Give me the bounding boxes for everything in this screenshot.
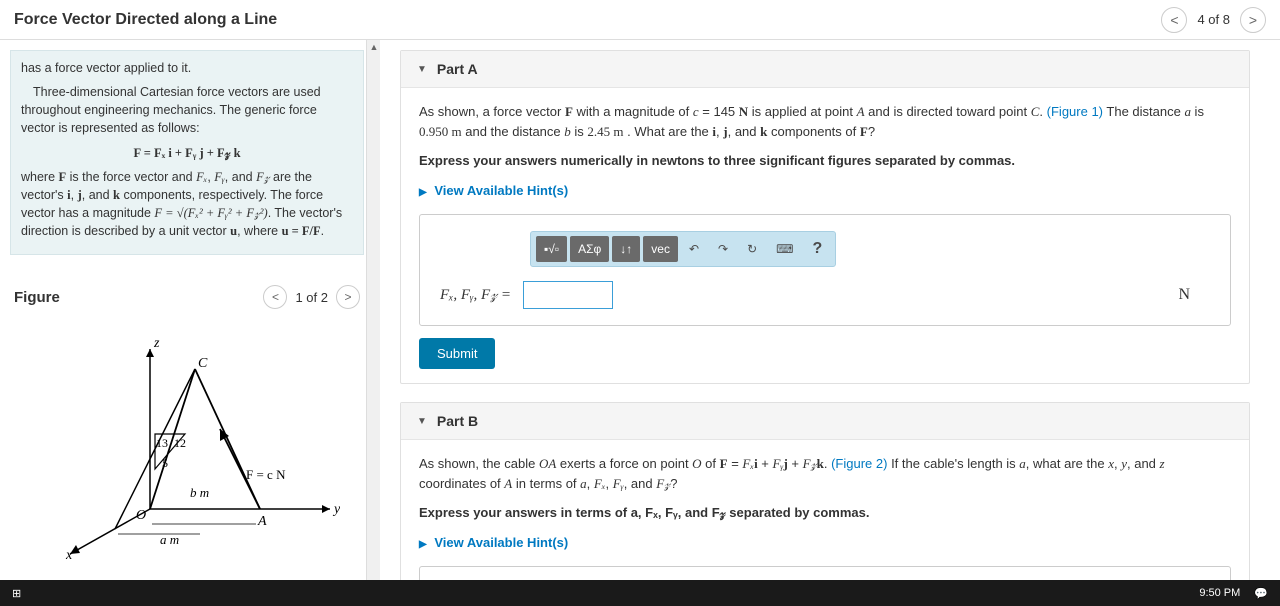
chevron-right-icon: ▶ bbox=[419, 539, 427, 550]
scroll-up-icon[interactable]: ▲ bbox=[367, 40, 380, 54]
answer-unit: N bbox=[1178, 283, 1190, 307]
triangle-12: 12 bbox=[174, 436, 186, 450]
figure-prev-button[interactable]: < bbox=[263, 285, 287, 309]
triangle-13: 13 bbox=[156, 436, 168, 450]
part-b-title: Part B bbox=[437, 413, 478, 429]
taskbar-left: ⊞ bbox=[12, 587, 21, 600]
answer-row: Fₓ, Fᵧ, F𝓏 = N bbox=[440, 281, 1210, 309]
figure-count: 1 of 2 bbox=[295, 290, 328, 305]
answer-label: Fₓ, Fᵧ, F𝓏 = bbox=[440, 284, 511, 307]
figure-title: Figure bbox=[14, 289, 60, 306]
triangle-5: 5 bbox=[162, 456, 168, 470]
part-b-body: As shown, the cable OA exerts a force on… bbox=[401, 440, 1249, 580]
template-button[interactable]: ▪√▫ bbox=[536, 236, 567, 262]
notification-icon[interactable]: 💬 bbox=[1254, 587, 1268, 600]
part-a-hints-toggle[interactable]: ▶ View Available Hint(s) bbox=[419, 181, 1231, 201]
force-label: F = c N bbox=[246, 467, 286, 482]
redo-button[interactable]: ↷ bbox=[710, 236, 736, 262]
undo-button[interactable]: ↶ bbox=[681, 236, 707, 262]
axis-x-label: x bbox=[65, 548, 73, 559]
submit-button[interactable]: Submit bbox=[419, 338, 495, 369]
collapse-icon: ▼ bbox=[417, 416, 427, 427]
point-o-label: O bbox=[136, 508, 146, 523]
part-a-body: As shown, a force vector F with a magnit… bbox=[401, 88, 1249, 383]
part-b-prompt: As shown, the cable OA exerts a force on… bbox=[419, 454, 1231, 493]
figure-nav: < 1 of 2 > bbox=[263, 285, 360, 309]
part-a-prompt: As shown, a force vector F with a magnit… bbox=[419, 102, 1231, 141]
part-b-answer-box: ▪√▫ ΑΣφ ↓↑ vec ↶ ↷ ↻ ⌨ ? bbox=[419, 566, 1231, 580]
main-content: ▲ has a force vector applied to it. Thre… bbox=[0, 40, 1280, 580]
part-b-header[interactable]: ▼ Part B bbox=[401, 403, 1249, 440]
part-b-express: Express your answers in terms of a, Fₓ, … bbox=[419, 503, 1231, 523]
figure-next-button[interactable]: > bbox=[336, 285, 360, 309]
axis-y-label: y bbox=[332, 502, 340, 517]
taskbar-time: 9:50 PM bbox=[1199, 587, 1240, 599]
right-column: ▼ Part A As shown, a force vector F with… bbox=[380, 40, 1280, 580]
help-button[interactable]: ? bbox=[805, 236, 831, 262]
page-header: Force Vector Directed along a Line < 4 o… bbox=[0, 0, 1280, 40]
info-line-1: has a force vector applied to it. bbox=[21, 59, 353, 77]
force-vector-formula: F = Fₓ i + Fᵧ j + F𝓏 k bbox=[21, 144, 353, 162]
figure-diagram: z y x C O A 13 12 5 b m a m F = c N bbox=[10, 309, 364, 580]
point-c-label: C bbox=[198, 356, 208, 371]
figure-header: Figure < 1 of 2 > bbox=[10, 285, 364, 309]
left-scrollbar[interactable]: ▲ bbox=[366, 40, 380, 580]
answer-input[interactable] bbox=[523, 281, 613, 309]
info-explanation: where F is the force vector and Fₓ, Fᵧ, … bbox=[21, 168, 353, 241]
updown-button[interactable]: ↓↑ bbox=[612, 236, 640, 262]
next-page-button[interactable]: > bbox=[1240, 7, 1266, 33]
info-para-2: Three-dimensional Cartesian force vector… bbox=[21, 83, 353, 137]
page-count: 4 of 8 bbox=[1197, 12, 1230, 27]
greek-button[interactable]: ΑΣφ bbox=[570, 236, 609, 262]
header-nav: < 4 of 8 > bbox=[1161, 7, 1266, 33]
dim-bm: b m bbox=[190, 485, 209, 500]
windows-taskbar[interactable]: ⊞ 9:50 PM 💬 bbox=[0, 580, 1280, 606]
left-column: ▲ has a force vector applied to it. Thre… bbox=[0, 40, 380, 580]
keyboard-button[interactable]: ⌨ bbox=[768, 236, 801, 262]
figure-svg: z y x C O A 13 12 5 b m a m F = c N bbox=[40, 329, 340, 559]
part-a-title: Part A bbox=[437, 61, 478, 77]
figure-2-link[interactable]: (Figure 2) bbox=[831, 456, 887, 471]
part-a-express: Express your answers numerically in newt… bbox=[419, 151, 1231, 171]
part-b-hints-toggle[interactable]: ▶ View Available Hint(s) bbox=[419, 533, 1231, 553]
vec-button[interactable]: vec bbox=[643, 236, 678, 262]
figure-1-link[interactable]: (Figure 1) bbox=[1047, 104, 1103, 119]
page-title: Force Vector Directed along a Line bbox=[14, 11, 277, 29]
point-a-label: A bbox=[257, 514, 267, 529]
part-a-header[interactable]: ▼ Part A bbox=[401, 51, 1249, 88]
chevron-right-icon: ▶ bbox=[419, 187, 427, 198]
part-a-answer-box: ▪√▫ ΑΣφ ↓↑ vec ↶ ↷ ↻ ⌨ ? Fₓ, Fᵧ, F𝓏 = N bbox=[419, 214, 1231, 326]
prev-page-button[interactable]: < bbox=[1161, 7, 1187, 33]
start-icon[interactable]: ⊞ bbox=[12, 587, 21, 600]
part-a-box: ▼ Part A As shown, a force vector F with… bbox=[400, 50, 1250, 384]
reset-button[interactable]: ↻ bbox=[739, 236, 765, 262]
part-b-box: ▼ Part B As shown, the cable OA exerts a… bbox=[400, 402, 1250, 580]
info-box: has a force vector applied to it. Three-… bbox=[10, 50, 364, 255]
collapse-icon: ▼ bbox=[417, 64, 427, 75]
axis-z-label: z bbox=[153, 336, 160, 351]
dim-am: a m bbox=[160, 532, 179, 547]
equation-toolbar: ▪√▫ ΑΣφ ↓↑ vec ↶ ↷ ↻ ⌨ ? bbox=[530, 231, 836, 267]
